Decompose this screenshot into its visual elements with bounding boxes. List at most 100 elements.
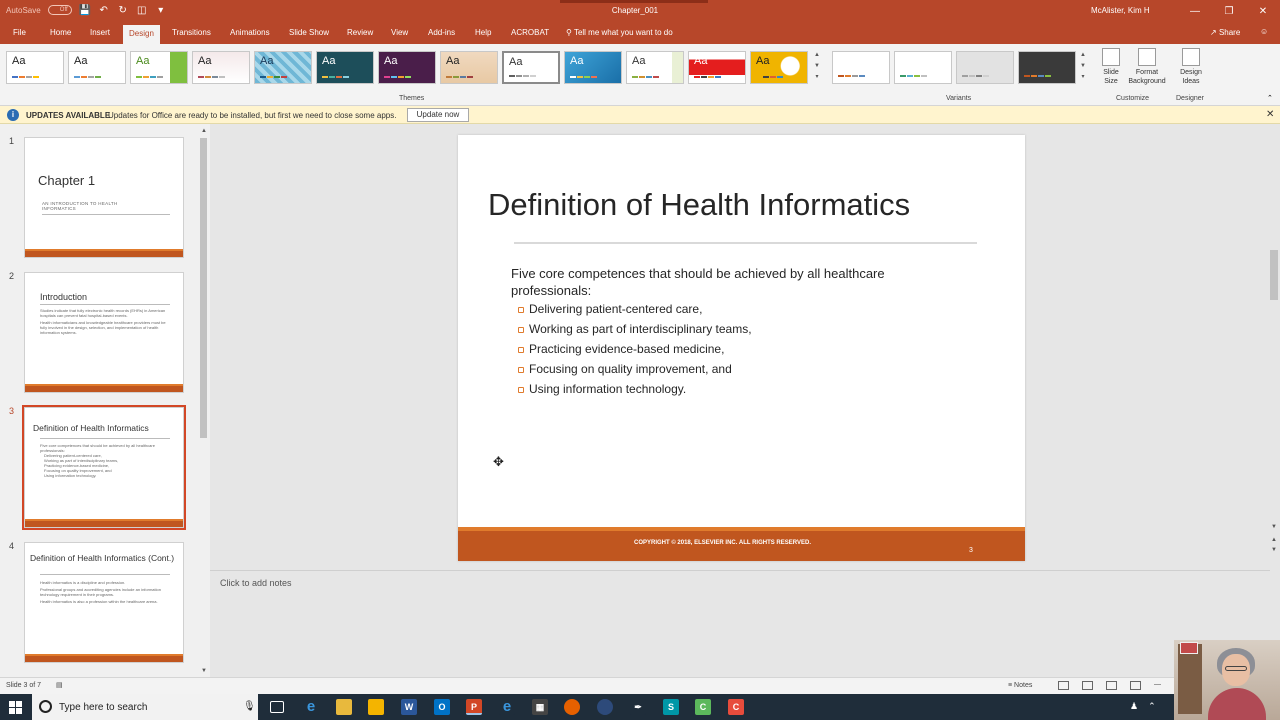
theme-thumbnail-8[interactable]: Aa <box>440 51 498 84</box>
theme-thumbnail-5[interactable]: Aa <box>254 51 312 84</box>
theme-thumbnail-7[interactable]: Aa <box>378 51 436 84</box>
taskbar-search[interactable]: Type here to search 🎙 <box>32 694 258 720</box>
format-background-button[interactable]: Format Background <box>1124 48 1170 86</box>
reading-view-icon[interactable] <box>1106 681 1117 690</box>
slideshow-view-icon[interactable] <box>1130 681 1141 690</box>
theme-thumbnail-10[interactable]: Aa <box>564 51 622 84</box>
notes-placeholder[interactable]: Click to add notes <box>220 578 292 588</box>
present-icon[interactable]: ◫ <box>136 4 148 16</box>
theme-thumbnail-2[interactable]: Aa <box>68 51 126 84</box>
share-button[interactable]: ↗ Share <box>1210 28 1240 37</box>
theme-thumbnail-3[interactable]: Aa <box>130 51 188 84</box>
collapse-ribbon-icon[interactable]: ⌃ <box>1267 94 1273 102</box>
slide-intro-text[interactable]: Five core competences that should be ach… <box>511 265 951 299</box>
bullet-item[interactable]: Working as part of interdisciplinary tea… <box>517 321 752 341</box>
scrollbar-thumb[interactable] <box>1270 250 1278 300</box>
windows-start-icon[interactable] <box>9 701 22 714</box>
save-icon[interactable]: 💾 <box>78 4 90 16</box>
theme-thumbnail-11[interactable]: Aa <box>626 51 684 84</box>
snagit-icon[interactable]: S <box>663 699 679 715</box>
close-icon[interactable]: ✕ <box>1266 109 1274 120</box>
slide-sorter-icon[interactable] <box>1082 681 1093 690</box>
tab-design[interactable]: Design <box>123 25 160 44</box>
pen-app-icon[interactable]: ✒ <box>630 699 646 715</box>
calculator-icon[interactable]: ▦ <box>532 699 548 715</box>
outlook-icon[interactable]: O <box>434 699 450 715</box>
themes-gallery-scroll[interactable]: ▲ ▼ ▾ <box>812 50 822 83</box>
normal-view-icon[interactable] <box>1058 681 1069 690</box>
powerpoint-icon[interactable]: P <box>466 699 482 715</box>
undo-icon[interactable]: ↶ <box>98 4 110 16</box>
tab-file[interactable]: File <box>13 28 26 37</box>
microphone-icon[interactable]: 🎙 <box>243 701 256 712</box>
spelling-icon[interactable]: ▤ <box>56 681 63 689</box>
bullet-item[interactable]: Practicing evidence-based medicine, <box>517 341 752 361</box>
variant-thumbnail-1[interactable] <box>832 51 890 84</box>
edge-icon[interactable]: e <box>303 699 319 715</box>
theme-thumbnail-13[interactable]: Aa <box>750 51 808 84</box>
tab-home[interactable]: Home <box>50 28 71 37</box>
theme-thumbnail-4[interactable]: Aa <box>192 51 250 84</box>
notes-button[interactable]: ≡ Notes <box>1008 682 1032 689</box>
next-slide-icon[interactable]: ▼ <box>1271 547 1277 553</box>
bullet-item[interactable]: Focusing on quality improvement, and <box>517 361 752 381</box>
firefox-icon[interactable] <box>564 699 580 715</box>
ie-icon[interactable]: e <box>499 699 515 715</box>
theme-thumbnail-9[interactable]: Aa <box>502 51 560 84</box>
variants-gallery-scroll[interactable]: ▲ ▼ ▾ <box>1078 50 1088 83</box>
close-icon[interactable]: ✕ <box>1246 0 1280 22</box>
user-name[interactable]: McAlister, Kim H <box>1091 6 1150 15</box>
recorder-icon[interactable]: C <box>728 699 744 715</box>
redo-icon[interactable]: ↻ <box>117 4 129 16</box>
scroll-up-icon[interactable]: ▲ <box>201 128 207 134</box>
bullet-item[interactable]: Delivering patient-centered care, <box>517 301 752 321</box>
file-explorer-icon[interactable] <box>336 699 352 715</box>
variant-thumbnail-4[interactable] <box>1018 51 1076 84</box>
minimize-icon[interactable]: — <box>1178 0 1212 22</box>
tab-view[interactable]: View <box>391 28 408 37</box>
notes-divider[interactable] <box>210 570 1270 571</box>
theme-thumbnail-1[interactable]: Aa <box>6 51 64 84</box>
bullet-item[interactable]: Using information technology. <box>517 381 752 401</box>
bullet-list[interactable]: Delivering patient-centered care, Workin… <box>517 301 752 401</box>
tab-acrobat[interactable]: ACROBAT <box>511 28 549 37</box>
slide-thumbnail-4[interactable]: Definition of Health Informatics (Cont.)… <box>24 542 184 663</box>
thumbnail-scrollbar[interactable]: ▲ ▼ <box>199 128 208 674</box>
tab-review[interactable]: Review <box>347 28 373 37</box>
tab-add-ins[interactable]: Add-ins <box>428 28 455 37</box>
scroll-down-icon[interactable]: ▼ <box>201 668 207 674</box>
restore-icon[interactable]: ❐ <box>1212 0 1246 22</box>
scrollbar-thumb[interactable] <box>200 138 207 438</box>
slide-size-button[interactable]: Slide Size <box>1098 48 1124 86</box>
design-ideas-button[interactable]: Design Ideas <box>1175 48 1207 86</box>
tab-help[interactable]: Help <box>475 28 491 37</box>
tab-animations[interactable]: Animations <box>230 28 270 37</box>
editor-scrollbar[interactable]: ▼ ▲ ▼ <box>1268 124 1280 564</box>
scroll-down-icon[interactable]: ▼ <box>1271 524 1277 530</box>
tab-transitions[interactable]: Transitions <box>172 28 211 37</box>
store-icon[interactable] <box>368 699 384 715</box>
slide-thumbnail-2[interactable]: Introduction Studies indicate that fully… <box>24 272 184 393</box>
people-icon[interactable]: ♟ <box>1130 701 1138 712</box>
word-icon[interactable]: W <box>401 699 417 715</box>
previous-slide-icon[interactable]: ▲ <box>1271 537 1277 543</box>
autosave-toggle[interactable]: Off <box>47 5 72 15</box>
slide-canvas[interactable]: Definition of Health Informatics Five co… <box>458 135 1025 561</box>
tell-me-search[interactable]: ⚲ Tell me what you want to do <box>566 28 673 37</box>
tray-chevron-icon[interactable]: ⌃ <box>1148 701 1156 712</box>
camtasia-icon[interactable]: C <box>695 699 711 715</box>
zoom-out-icon[interactable]: — <box>1154 681 1161 688</box>
variant-thumbnail-3[interactable] <box>956 51 1014 84</box>
feedback-smiley-icon[interactable]: ☺ <box>1260 27 1268 36</box>
task-view-icon[interactable] <box>270 701 284 713</box>
slide-thumbnail-3[interactable]: Definition of Health Informatics Five co… <box>22 405 186 530</box>
customize-qat-icon[interactable]: ▾ <box>155 4 167 16</box>
tab-insert[interactable]: Insert <box>90 28 110 37</box>
slide-title[interactable]: Definition of Health Informatics <box>488 187 910 223</box>
variant-thumbnail-2[interactable] <box>894 51 952 84</box>
app-icon[interactable] <box>597 699 613 715</box>
update-now-button[interactable]: Update now <box>407 108 469 122</box>
slide-thumbnail-1[interactable]: Chapter 1 AN INTRODUCTION TO HEALTH INFO… <box>24 137 184 258</box>
theme-thumbnail-6[interactable]: Aa <box>316 51 374 84</box>
theme-thumbnail-12[interactable]: Aa <box>688 51 746 84</box>
